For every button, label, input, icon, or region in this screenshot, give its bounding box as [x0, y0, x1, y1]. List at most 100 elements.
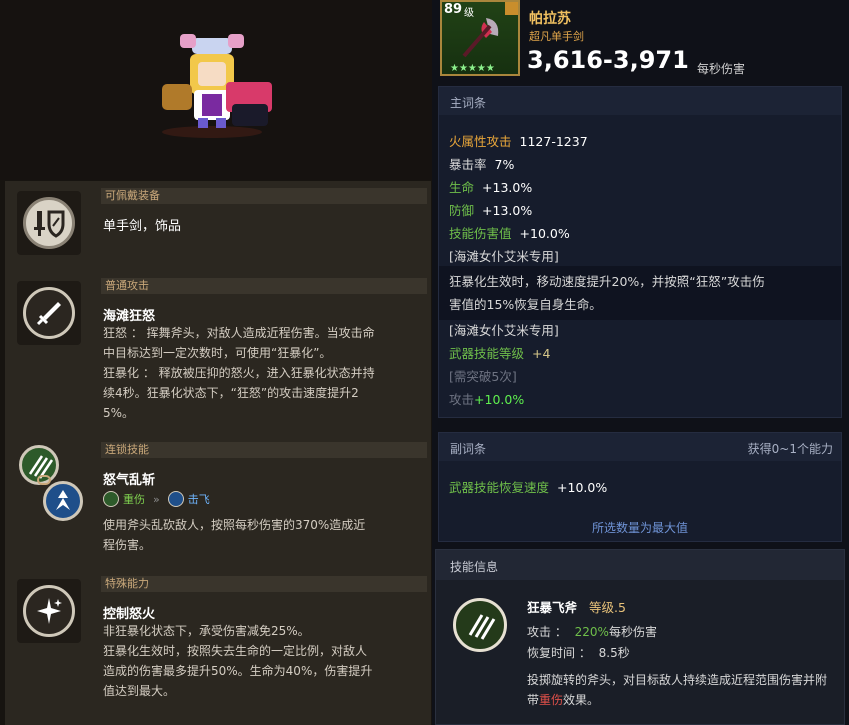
stat-label: 防御: [449, 203, 475, 218]
stat-hp: 生命 +13.0%: [449, 177, 532, 196]
weapon-dps: 3,616-3,971: [527, 46, 689, 74]
max-selection-note: 所选数量为最大值: [591, 521, 688, 535]
desc-line: 使用斧头乱砍敌人，按照每秒伤害的370%造成近: [103, 518, 366, 532]
stat-crit-rate: 暴击率 7%: [449, 154, 514, 173]
stat-attack: 攻击+10.0%: [449, 389, 524, 408]
equip-section: 可佩戴装备 单手剑，饰品: [11, 185, 429, 267]
weapon-panel: 89 级 ★★★★★ 帕拉苏 超凡单手剑 3,616-3,971 每秒伤害 主词…: [432, 0, 849, 725]
main-stats-box: 主词条 火属性攻击 1127-1237 暴击率 7% 生命 +13.0% 防御 +13.…: [438, 86, 842, 418]
desc-line: 续4秒。狂暴化状态下，“狂怒”的攻击速度提升2: [103, 386, 359, 400]
equip-types: 单手剑，饰品: [103, 219, 182, 234]
desc-text: 效果。: [563, 693, 600, 707]
breakthrough-requirement: [需突破5次]: [449, 369, 517, 384]
equip-category-label: 可佩戴装备: [101, 188, 427, 204]
chain-effects: 重伤 » 击飞: [103, 491, 210, 507]
skill-title-row: 狂暴飞斧 等级.5: [527, 597, 626, 616]
desc-line: 投掷旋转的斧头，对目标敌人持续造成近程范围伤害并附: [527, 673, 828, 687]
normal-attack-description: 狂怒 ： 挥舞斧头，对敌人造成近程伤害。当攻击命 中目标达到一定次数时，可使用“…: [103, 323, 423, 423]
sub-stats-header: 副词条 获得0~1个能力: [439, 433, 841, 461]
sword-icon: [23, 287, 75, 339]
skill-cooldown-label: 恢复时间 ：: [527, 646, 591, 660]
character-panel: 可佩戴装备 单手剑，饰品 普通攻击 海滩狂怒 狂怒 ： 挥舞斧头，对敌人造成近程…: [0, 0, 432, 725]
weapon-tile[interactable]: 89 级 ★★★★★: [440, 0, 520, 76]
special-ability-section: 特殊能力 控制怒火 非狂暴化状态下，承受伤害减免25%。 狂暴化生效时，按照失去…: [11, 573, 429, 723]
skill-level: 等级.5: [589, 600, 626, 615]
equip-icon-frame: [17, 191, 81, 255]
skill-attack-row: 攻击 ： 220%每秒伤害: [527, 623, 657, 640]
character-portrait-area: [0, 0, 432, 180]
injury-tag: 重伤: [123, 493, 145, 506]
desc-line: 值达到最大。: [103, 684, 176, 698]
stat-label: 生命: [449, 180, 475, 195]
stat-weapon-skill-level: 武器技能等级 +4: [449, 343, 550, 362]
stat-label: 火属性攻击: [449, 134, 512, 149]
exclusive-tag-2: [海滩女仆艾米专用]: [449, 323, 559, 338]
skill-info-header: 技能信息: [436, 550, 844, 580]
stat-label: 技能伤害值: [449, 226, 512, 241]
exclusive-tag-1: [海滩女仆艾米专用]: [449, 249, 559, 264]
stat-label: 攻击: [449, 392, 475, 407]
desc-text: 带: [527, 693, 540, 707]
skill-info-title: 技能信息: [450, 560, 499, 574]
skill-list: 可佩戴装备 单手剑，饰品 普通攻击 海滩狂怒 狂怒 ： 挥舞斧头，对敌人造成近程…: [5, 181, 431, 725]
main-stats-header: 主词条: [439, 87, 841, 115]
weapon-name: 帕拉苏: [529, 11, 571, 27]
weapon-dps-unit: 每秒伤害: [697, 62, 746, 76]
stat-value: +10.0%: [557, 480, 608, 495]
stat-value: +10.0%: [519, 226, 570, 241]
skill-info-box: 技能信息 狂暴飞斧 等级.5 攻击 ： 220%每秒伤害 恢复时间 ： 8.5秒…: [435, 549, 845, 725]
skill-attack-pct: 220%: [574, 625, 609, 639]
normal-attack-name: 海滩狂怒: [103, 309, 156, 324]
injury-keyword: 重伤: [539, 693, 564, 707]
stat-value: +4: [532, 346, 551, 361]
chain-skill-name: 怒气乱斩: [103, 473, 156, 488]
normal-attack-category-label: 普通攻击: [101, 278, 427, 294]
knockup-icon: [43, 481, 83, 521]
chain-skill-section: 连锁技能 怒气乱斩 重伤 » 击飞 使用斧头乱砍敌人，按照每秒伤害的370%造成…: [11, 439, 429, 569]
stat-label: 武器技能恢复速度: [449, 480, 550, 495]
stat-value: +13.0%: [482, 203, 533, 218]
desc-line: 5%。: [103, 406, 135, 420]
stat-skill-damage: 技能伤害值 +10.0%: [449, 223, 570, 242]
stat-value: 7%: [494, 157, 515, 172]
knockup-tag-icon: [167, 491, 184, 507]
sub-stats-box: 副词条 获得0~1个能力 武器技能恢复速度 +10.0% 所选数量为最大值: [438, 432, 842, 542]
skill-description: 投掷旋转的斧头，对目标敌人持续造成近程范围伤害并附 带重伤效果。: [527, 670, 839, 710]
desc-line: 狂暴化生效时，按照失去生命的一定比例，对敌人: [103, 644, 368, 658]
desc-line: 狂暴化 ： 释放被压抑的怒火，进入狂暴化状态并持: [103, 366, 375, 380]
stat-value: +10.0%: [474, 392, 525, 407]
stat-label: 武器技能等级: [449, 346, 525, 361]
chain-skill-category-label: 连锁技能: [101, 442, 427, 458]
desc-line: 带重伤效果。: [527, 690, 839, 710]
star-rating: ★★★★★: [450, 63, 495, 74]
normal-attack-icon-frame: [17, 281, 81, 345]
axe-icon: [462, 18, 499, 58]
weapon-type: 超凡单手剑: [529, 30, 584, 43]
stat-value: 1127-1237: [519, 134, 588, 149]
chain-skill-description: 使用斧头乱砍敌人，按照每秒伤害的370%造成近 程伤害。: [103, 515, 423, 555]
knockup-tag: 击飞: [187, 493, 210, 506]
stat-label: 暴击率: [449, 157, 487, 172]
stat-skill-regen: 武器技能恢复速度 +10.0%: [449, 477, 607, 496]
skill-attack-label: 攻击 ：: [527, 625, 567, 639]
skill-name: 狂暴飞斧: [527, 600, 578, 615]
stat-fire-attack: 火属性攻击 1127-1237: [449, 131, 588, 150]
sword-shield-icon: [23, 197, 75, 249]
injury-tag-icon: [103, 491, 119, 507]
desc-line: 非狂暴化状态下，承受伤害减免25%。: [103, 624, 310, 638]
sub-stats-title: 副词条: [450, 442, 487, 456]
stat-value: +13.0%: [482, 180, 533, 195]
sub-stats-gain: 获得0~1个能力: [747, 442, 833, 456]
desc-line: 狂怒 ： 挥舞斧头，对敌人造成近程伤害。当攻击命: [103, 326, 375, 340]
skill-cooldown-row: 恢复时间 ： 8.5秒: [527, 644, 630, 661]
special-ability-category-label: 特殊能力: [101, 576, 427, 592]
character-sprite: [162, 34, 272, 138]
stat-defense: 防御 +13.0%: [449, 200, 532, 219]
special-ability-description: 非狂暴化状态下，承受伤害减免25%。 狂暴化生效时，按照失去生命的一定比例，对敌…: [103, 621, 423, 701]
main-stats-title: 主词条: [450, 96, 487, 110]
arrows-icon: »: [153, 492, 160, 506]
skill-attack-suffix: 每秒伤害: [608, 625, 657, 639]
chain-skill-icons: [17, 443, 87, 523]
special-ability-icon-frame: [17, 579, 81, 643]
desc-line: 造成的伤害最多提升50%。生命为40%，伤害提升: [103, 664, 373, 678]
